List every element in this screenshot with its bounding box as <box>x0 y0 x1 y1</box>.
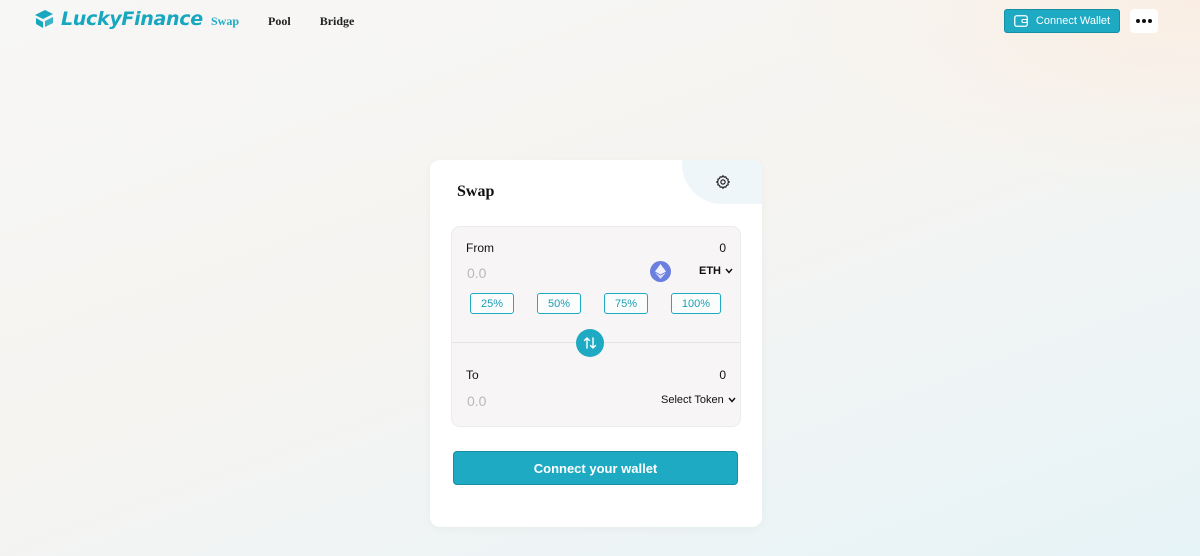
percent-75-button[interactable]: 75% <box>604 293 648 314</box>
percent-50-button[interactable]: 50% <box>537 293 581 314</box>
chevron-down-icon <box>728 397 736 403</box>
brand-name: LuckyFinance <box>61 8 203 30</box>
to-label: To <box>466 368 479 382</box>
brand-logo[interactable]: LuckyFinance <box>33 8 203 30</box>
main-nav: Swap Pool Bridge <box>211 14 383 29</box>
ellipsis-icon <box>1136 19 1140 23</box>
percent-25-button[interactable]: 25% <box>470 293 514 314</box>
ellipsis-dot <box>1148 19 1152 23</box>
swap-arrows-icon <box>583 337 597 349</box>
logo-icon <box>35 10 53 28</box>
to-token-select[interactable]: Select Token <box>661 394 736 406</box>
percent-100-button[interactable]: 100% <box>671 293 721 314</box>
connect-wallet-button[interactable]: Connect Wallet <box>1004 9 1120 33</box>
from-label: From <box>466 241 494 255</box>
nav-pool[interactable]: Pool <box>268 14 291 29</box>
chevron-down-icon <box>725 268 733 274</box>
gear-icon[interactable] <box>715 174 731 190</box>
from-token-select[interactable]: ETH <box>699 265 733 277</box>
swap-panel: From 0 0.0 ETH 25% 50% 75% 100% To 0 0.0 <box>451 226 741 427</box>
from-token-label: ETH <box>699 265 721 277</box>
nav-swap[interactable]: Swap <box>211 14 239 29</box>
from-amount-input[interactable]: 0.0 <box>467 265 486 281</box>
to-balance: 0 <box>719 368 726 382</box>
more-menu-button[interactable] <box>1130 9 1158 33</box>
to-amount-input[interactable]: 0.0 <box>467 393 486 409</box>
ellipsis-dot <box>1142 19 1146 23</box>
to-token-label: Select Token <box>661 394 724 406</box>
connect-wallet-label: Connect Wallet <box>1035 15 1111 27</box>
ethereum-icon <box>650 261 671 282</box>
switch-tokens-button[interactable] <box>576 329 604 357</box>
nav-bridge[interactable]: Bridge <box>320 14 355 29</box>
connect-your-wallet-button[interactable]: Connect your wallet <box>453 451 738 485</box>
from-balance: 0 <box>719 241 726 255</box>
swap-card: Swap From 0 0.0 ETH 25% 50% 75% 100% To … <box>430 160 762 527</box>
swap-title: Swap <box>457 183 495 200</box>
wallet-icon <box>1014 15 1028 27</box>
top-header: LuckyFinance Swap Pool Bridge Connect Wa… <box>0 0 1200 42</box>
